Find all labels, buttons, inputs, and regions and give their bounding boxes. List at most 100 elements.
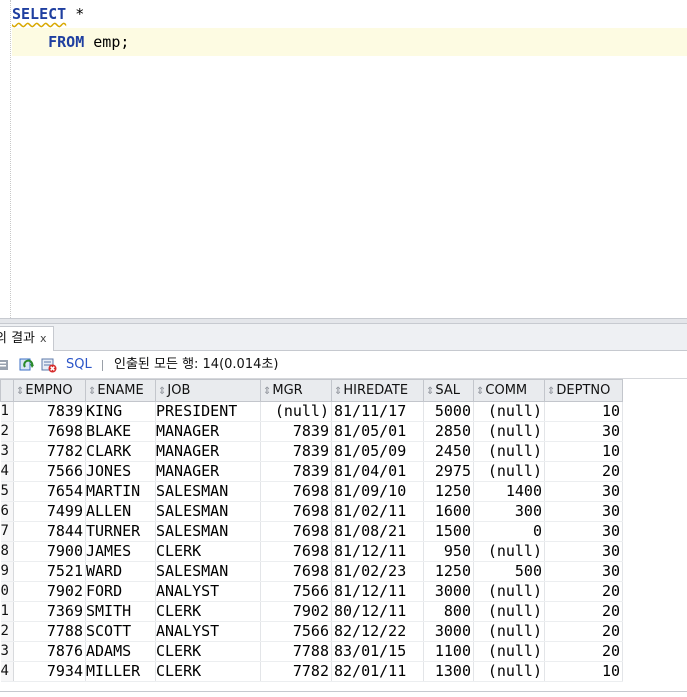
cell-sal[interactable]: 2850 (423, 421, 474, 442)
table-row[interactable]: 4 7934 MILLER CLERK 7782 82/01/11 1300 (null) 10 (0, 661, 623, 682)
cell-empno[interactable]: 7499 (13, 501, 86, 522)
cell-deptno[interactable]: 10 (544, 661, 623, 682)
cell-hiredate[interactable]: 81/05/09 (331, 441, 424, 462)
cell-mgr[interactable]: 7902 (260, 601, 332, 622)
result-grid[interactable]: ⇕EMPNO ⇕ENAME ⇕JOB ⇕MGR ⇕HIREDATE ⇕SAL ⇕… (0, 379, 687, 697)
cell-sal[interactable]: 5000 (423, 401, 474, 422)
cell-comm[interactable]: (null) (473, 541, 545, 562)
cell-mgr[interactable]: 7698 (260, 501, 332, 522)
cell-mgr[interactable]: 7698 (260, 521, 332, 542)
cell-hiredate[interactable]: 81/12/11 (331, 581, 424, 602)
row-number[interactable]: 4 (0, 661, 14, 682)
cell-deptno[interactable]: 20 (544, 641, 623, 662)
cell-mgr[interactable]: 7839 (260, 441, 332, 462)
cell-job[interactable]: CLERK (155, 541, 261, 562)
column-header-ename[interactable]: ⇕ENAME (85, 379, 156, 402)
cell-empno[interactable]: 7876 (13, 641, 86, 662)
cell-sal[interactable]: 1250 (423, 481, 474, 502)
cell-comm[interactable]: (null) (473, 621, 545, 642)
cell-ename[interactable]: CLARK (85, 441, 156, 462)
row-number[interactable]: 4 (0, 461, 14, 482)
cell-ename[interactable]: KING (85, 401, 156, 422)
cell-job[interactable]: SALESMAN (155, 501, 261, 522)
cell-hiredate[interactable]: 81/09/10 (331, 481, 424, 502)
table-row[interactable]: 6 7499 ALLEN SALESMAN 7698 81/02/11 1600 300 30 (0, 501, 623, 522)
cell-job[interactable]: ANALYST (155, 581, 261, 602)
cell-sal[interactable]: 1500 (423, 521, 474, 542)
cell-mgr[interactable]: 7698 (260, 541, 332, 562)
cell-ename[interactable]: SCOTT (85, 621, 156, 642)
row-number[interactable]: 9 (0, 561, 14, 582)
table-row[interactable]: 5 7654 MARTIN SALESMAN 7698 81/09/10 1250 1400 3… (0, 481, 623, 502)
cell-job[interactable]: MANAGER (155, 441, 261, 462)
cell-job[interactable]: CLERK (155, 661, 261, 682)
row-number[interactable]: 6 (0, 501, 14, 522)
cell-job[interactable]: MANAGER (155, 421, 261, 442)
column-header-sal[interactable]: ⇕SAL (423, 379, 474, 402)
cell-hiredate[interactable]: 81/08/21 (331, 521, 424, 542)
row-number[interactable]: 8 (0, 541, 14, 562)
cell-empno[interactable]: 7902 (13, 581, 86, 602)
cell-sal[interactable]: 2450 (423, 441, 474, 462)
cell-ename[interactable]: SMITH (85, 601, 156, 622)
cell-hiredate[interactable]: 82/01/11 (331, 661, 424, 682)
column-header-empno[interactable]: ⇕EMPNO (13, 379, 86, 402)
cell-mgr[interactable]: 7788 (260, 641, 332, 662)
table-row[interactable]: 7 7844 TURNER SALESMAN 7698 81/08/21 1500 0 30 (0, 521, 623, 542)
cell-empno[interactable]: 7369 (13, 601, 86, 622)
row-number[interactable]: 3 (0, 441, 14, 462)
cell-job[interactable]: MANAGER (155, 461, 261, 482)
cell-deptno[interactable]: 20 (544, 601, 623, 622)
cell-job[interactable]: PRESIDENT (155, 401, 261, 422)
cell-comm[interactable]: (null) (473, 461, 545, 482)
cell-empno[interactable]: 7566 (13, 461, 86, 482)
cell-comm[interactable]: (null) (473, 401, 545, 422)
cell-comm[interactable]: (null) (473, 581, 545, 602)
cell-ename[interactable]: JAMES (85, 541, 156, 562)
cell-sal[interactable]: 3000 (423, 581, 474, 602)
table-row[interactable]: 3 7782 CLARK MANAGER 7839 81/05/09 2450 (null) 1… (0, 441, 623, 462)
cell-hiredate[interactable]: 80/12/11 (331, 601, 424, 622)
cell-sal[interactable]: 800 (423, 601, 474, 622)
cell-hiredate[interactable]: 83/01/15 (331, 641, 424, 662)
cell-sal[interactable]: 1250 (423, 561, 474, 582)
refresh-icon[interactable] (19, 357, 35, 373)
cell-hiredate[interactable]: 81/04/01 (331, 461, 424, 482)
table-row[interactable]: 0 7902 FORD ANALYST 7566 81/12/11 3000 (null) 20 (0, 581, 623, 602)
cell-sal[interactable]: 3000 (423, 621, 474, 642)
cell-ename[interactable]: MILLER (85, 661, 156, 682)
cell-deptno[interactable]: 30 (544, 421, 623, 442)
cell-mgr[interactable]: 7566 (260, 621, 332, 642)
cell-hiredate[interactable]: 81/05/01 (331, 421, 424, 442)
cell-hiredate[interactable]: 81/11/17 (331, 401, 424, 422)
table-row[interactable]: 3 7876 ADAMS CLERK 7788 83/01/15 1100 (null) 20 (0, 641, 623, 662)
cell-sal[interactable]: 1100 (423, 641, 474, 662)
row-number[interactable]: 1 (0, 601, 14, 622)
cell-deptno[interactable]: 30 (544, 541, 623, 562)
cell-empno[interactable]: 7844 (13, 521, 86, 542)
row-number[interactable]: 5 (0, 481, 14, 502)
cell-deptno[interactable]: 30 (544, 481, 623, 502)
cell-hiredate[interactable]: 81/02/11 (331, 501, 424, 522)
cell-ename[interactable]: JONES (85, 461, 156, 482)
cell-mgr[interactable]: 7698 (260, 481, 332, 502)
cell-sal[interactable]: 950 (423, 541, 474, 562)
cell-mgr[interactable]: 7782 (260, 661, 332, 682)
cell-comm[interactable]: (null) (473, 441, 545, 462)
table-row[interactable]: 4 7566 JONES MANAGER 7839 81/04/01 2975 (null) 2… (0, 461, 623, 482)
close-icon[interactable]: x (40, 332, 47, 345)
cell-empno[interactable]: 7839 (13, 401, 86, 422)
cell-empno[interactable]: 7521 (13, 561, 86, 582)
cell-deptno[interactable]: 20 (544, 581, 623, 602)
cell-ename[interactable]: WARD (85, 561, 156, 582)
row-number[interactable]: 2 (0, 621, 14, 642)
cell-job[interactable]: SALESMAN (155, 521, 261, 542)
column-header-mgr[interactable]: ⇕MGR (260, 379, 332, 402)
cell-deptno[interactable]: 10 (544, 401, 623, 422)
cell-ename[interactable]: ADAMS (85, 641, 156, 662)
table-row[interactable]: 2 7698 BLAKE MANAGER 7839 81/05/01 2850 (null) 3… (0, 421, 623, 442)
cell-sal[interactable]: 1600 (423, 501, 474, 522)
cell-comm[interactable]: 300 (473, 501, 545, 522)
code-line-2[interactable]: FROM emp; (12, 28, 687, 56)
cell-ename[interactable]: MARTIN (85, 481, 156, 502)
